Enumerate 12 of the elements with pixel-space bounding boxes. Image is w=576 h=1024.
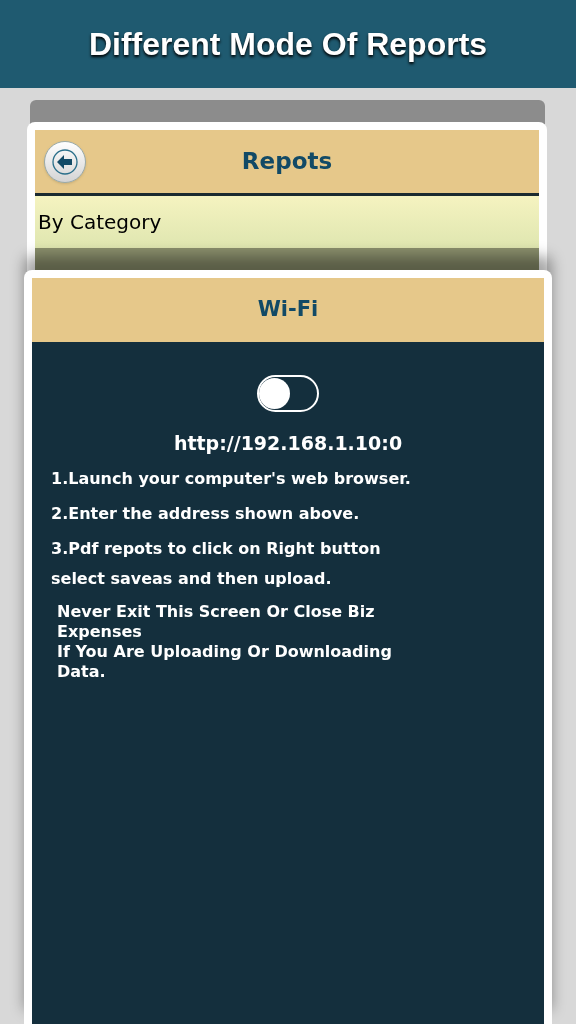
warning-text: Never Exit This Screen Or Close Biz Expenses <box>57 601 376 642</box>
wifi-toggle[interactable] <box>257 375 319 412</box>
back-button[interactable] <box>44 141 86 183</box>
server-address: http://192.168.1.10:0 <box>173 432 403 454</box>
instruction-step: 2.Enter the address shown above. <box>51 498 436 529</box>
warning-text: If You Are Uploading Or Downloading Data. <box>57 641 393 682</box>
instruction-step: 3.Pdf repots to click on Right button select saveas and then upload. <box>51 533 436 594</box>
instruction-step: 1.Launch your computer's web browser. <box>51 463 436 494</box>
screen-title: Repots <box>241 147 333 177</box>
panel-title: Wi-Fi <box>257 296 319 324</box>
banner-title: Different Mode Of Reports <box>88 25 488 64</box>
category-row[interactable]: By Category <box>35 196 539 248</box>
